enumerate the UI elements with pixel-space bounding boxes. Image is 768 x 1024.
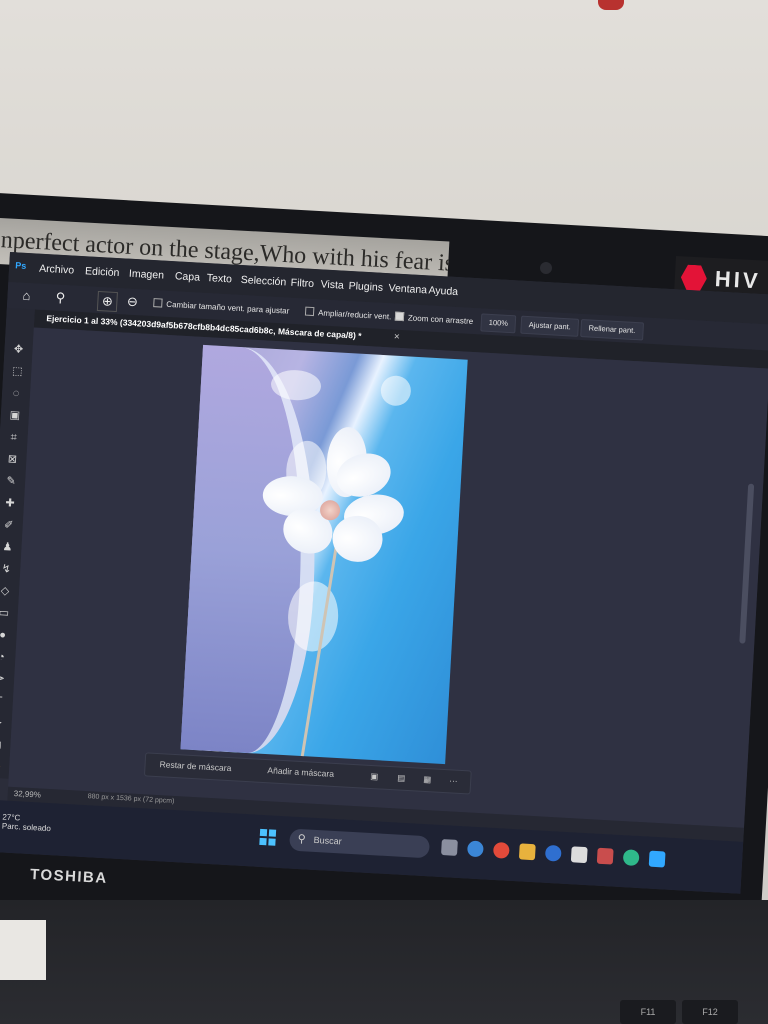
resize-windows-checkbox[interactable]: Cambiar tamaño vent. para ajustar <box>153 298 290 316</box>
hive-label: HIV <box>714 266 762 294</box>
fit-screen-button[interactable]: Ajustar pant. <box>520 315 580 337</box>
close-tab-icon[interactable]: × <box>394 332 400 343</box>
weather-widget[interactable]: 27°C Parc. soleado <box>2 812 52 833</box>
search-placeholder: Buscar <box>313 834 342 847</box>
checkbox-icon <box>153 298 163 308</box>
zoom-level[interactable]: 32,99% <box>14 789 42 800</box>
key-f12: F12 <box>682 1000 738 1024</box>
menu-capa[interactable]: Capa <box>175 270 201 283</box>
weather-condition: Parc. soleado <box>1 821 52 834</box>
frame-tool-icon[interactable]: ⊠ <box>5 452 20 467</box>
document-image <box>180 344 468 765</box>
photoshop-logo: Ps <box>14 260 27 271</box>
zoom-in-icon[interactable]: ⊕ <box>96 290 118 313</box>
menu-ayuda[interactable]: Ayuda <box>428 284 458 298</box>
photoshop-taskbar-icon[interactable] <box>648 850 666 868</box>
menu-archivo[interactable]: Archivo <box>39 263 75 277</box>
app-icon[interactable] <box>570 846 588 864</box>
invert-mask-icon[interactable]: ▣ <box>370 771 379 782</box>
menu-filtro[interactable]: Filtro <box>290 277 314 290</box>
menu-texto[interactable]: Texto <box>207 272 233 285</box>
more-options-icon[interactable]: ··· <box>449 775 458 785</box>
mask-options-icon[interactable]: ▤ <box>397 772 406 783</box>
lasso-tool-icon[interactable]: ◌ <box>9 386 24 401</box>
foam <box>380 374 412 407</box>
move-tool-icon[interactable]: ✥ <box>11 342 26 357</box>
object-select-tool-icon[interactable]: ▣ <box>7 408 22 423</box>
marquee-tool-icon[interactable]: ⬚ <box>10 364 25 379</box>
zoom-100-button[interactable]: 100% <box>480 313 517 334</box>
zoom-all-checkbox[interactable]: Ampliar/reducir vent. <box>304 306 392 321</box>
laptop-screen: Ps Archivo Edición Imagen Capa Texto Sel… <box>0 252 768 894</box>
task-view-icon[interactable] <box>441 839 458 856</box>
history-brush-icon[interactable]: ↯ <box>0 562 14 577</box>
edge-icon[interactable] <box>466 840 484 858</box>
brush-tool-icon[interactable]: ✐ <box>1 518 16 533</box>
webcam <box>540 262 552 274</box>
wall-pin <box>598 0 624 10</box>
dodge-tool-icon[interactable]: ◔ <box>0 650 9 665</box>
chrome-icon[interactable] <box>492 841 510 859</box>
store-icon[interactable] <box>544 844 562 862</box>
document-info: 880 px x 1536 px (72 ppcm) <box>87 793 175 806</box>
home-icon[interactable]: ⌂ <box>17 287 36 306</box>
type-tool-icon[interactable]: T <box>0 694 6 709</box>
hand-tool-icon[interactable]: ✋ <box>0 760 3 775</box>
eyedropper-tool-icon[interactable]: ✎ <box>4 474 19 489</box>
app-icon[interactable] <box>596 847 614 865</box>
mask-settings-icon[interactable]: ▦ <box>423 774 432 785</box>
blur-tool-icon[interactable]: ● <box>0 628 10 643</box>
menu-seleccion[interactable]: Selección <box>240 274 286 289</box>
eraser-tool-icon[interactable]: ◇ <box>0 584 12 599</box>
desk-surface <box>0 920 46 980</box>
scrubby-zoom-checkbox[interactable]: Zoom con arrastre <box>394 311 474 326</box>
pen-tool-icon[interactable]: ✒ <box>0 672 8 687</box>
shape-tool-icon[interactable]: ▢ <box>0 738 4 753</box>
windows-start-icon[interactable] <box>259 828 277 846</box>
file-explorer-icon[interactable] <box>518 843 536 861</box>
checkbox-icon <box>304 306 315 317</box>
gradient-tool-icon[interactable]: ▭ <box>0 606 11 621</box>
crop-tool-icon[interactable]: ⌗ <box>6 430 21 445</box>
taskbar-search[interactable]: ⚲ Buscar <box>289 828 431 859</box>
menu-plugins[interactable]: Plugins <box>348 280 383 294</box>
menu-imagen[interactable]: Imagen <box>129 268 165 282</box>
zoom-out-icon[interactable]: ⊖ <box>123 292 142 311</box>
app-icon[interactable] <box>622 849 640 867</box>
menu-ventana[interactable]: Ventana <box>388 282 427 296</box>
path-select-tool-icon[interactable]: ➤ <box>0 716 5 731</box>
flower-center <box>319 499 341 521</box>
stamp-tool-icon[interactable]: ♟ <box>0 540 15 555</box>
menu-vista[interactable]: Vista <box>320 278 344 291</box>
add-to-mask-button[interactable]: Añadir a máscara <box>267 765 334 779</box>
key-f11: F11 <box>620 1000 676 1024</box>
search-icon: ⚲ <box>297 832 307 846</box>
magnifier-icon[interactable]: ⚲ <box>51 288 70 307</box>
fill-screen-button[interactable]: Rellenar pant. <box>580 318 644 341</box>
hive-logo-icon <box>680 264 707 291</box>
subtract-from-mask-button[interactable]: Restar de máscara <box>159 759 231 773</box>
menu-edicion[interactable]: Edición <box>85 265 120 279</box>
checkbox-checked-icon <box>394 311 405 322</box>
canvas-area[interactable]: Restar de máscara Añadir a máscara ▣ ▤ ▦… <box>8 327 768 828</box>
healing-tool-icon[interactable]: ✚ <box>3 496 18 511</box>
